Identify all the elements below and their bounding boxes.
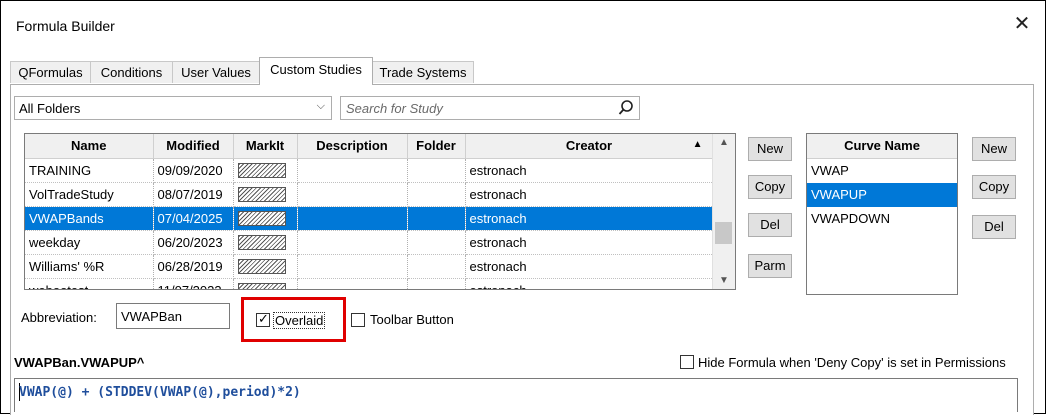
- formula-title: VWAPBan.VWAPUP^: [14, 355, 145, 370]
- toolbar-button-label[interactable]: Toolbar Button: [370, 312, 454, 327]
- cell-name: VolTradeStudy: [25, 182, 154, 207]
- table-header-row: Name Modified MarkIt Description Folder …: [25, 134, 714, 159]
- cell-description: [297, 230, 408, 255]
- curve-item-vwap[interactable]: VWAP: [807, 159, 957, 183]
- cell-description: [297, 206, 408, 231]
- scroll-down-icon[interactable]: ▼: [719, 275, 729, 286]
- sort-ascending-icon: ▲: [692, 139, 703, 150]
- curve-new-button[interactable]: New: [972, 137, 1016, 161]
- scrollbar-thumb[interactable]: [715, 222, 732, 244]
- markit-pattern-icon: [237, 187, 286, 203]
- cell-markit: [233, 206, 298, 231]
- cell-modified: 06/20/2023: [153, 230, 234, 255]
- cell-name: weekday: [25, 230, 154, 255]
- study-delete-button[interactable]: Del: [748, 213, 792, 237]
- cell-name: TRAINING: [25, 158, 154, 183]
- markit-pattern-icon: [237, 211, 286, 227]
- cell-folder: [407, 278, 466, 289]
- column-header-description[interactable]: Description: [297, 134, 408, 159]
- study-new-button[interactable]: New: [748, 137, 792, 161]
- cell-folder: [407, 254, 466, 279]
- cell-modified: 09/09/2020: [153, 158, 234, 183]
- markit-pattern-icon: [237, 283, 286, 289]
- column-header-creator[interactable]: Creator ▲: [465, 134, 714, 159]
- cell-modified: 07/04/2025: [153, 206, 234, 231]
- cell-description: [297, 278, 408, 289]
- search-placeholder: Search for Study: [346, 101, 443, 116]
- studies-table[interactable]: Name Modified MarkIt Description Folder …: [24, 133, 736, 290]
- cell-description: [297, 158, 408, 183]
- cell-modified: 08/07/2019: [153, 182, 234, 207]
- hide-formula-label[interactable]: Hide Formula when 'Deny Copy' is set in …: [698, 355, 1006, 370]
- highlight-box: [241, 297, 346, 342]
- cell-creator: estronach: [465, 230, 714, 255]
- markit-pattern-icon: [237, 235, 286, 251]
- cell-description: [297, 254, 408, 279]
- chevron-down-icon: ⌵: [316, 100, 325, 112]
- studies-scrollbar[interactable]: ▲ ▼: [712, 134, 735, 289]
- cell-folder: [407, 182, 466, 207]
- window-title: Formula Builder: [16, 18, 115, 34]
- curve-delete-button[interactable]: Del: [972, 215, 1016, 239]
- cell-name: webootest: [25, 278, 154, 289]
- formula-code: VWAP(@) + (STDDEV(VWAP(@),period)*2): [19, 385, 301, 400]
- cell-modified: 11/07/2023: [153, 278, 234, 289]
- cell-modified: 06/28/2019: [153, 254, 234, 279]
- column-header-name[interactable]: Name: [25, 134, 154, 159]
- cell-folder: [407, 206, 466, 231]
- study-search-input[interactable]: Search for Study: [340, 96, 640, 120]
- cell-creator: estronach: [465, 278, 714, 289]
- curve-list[interactable]: Curve Name VWAP VWAPUP VWAPDOWN: [806, 133, 958, 295]
- column-header-markit[interactable]: MarkIt: [233, 134, 298, 159]
- cell-creator: estronach: [465, 158, 714, 183]
- cell-markit: [233, 278, 298, 289]
- curve-item-vwapup[interactable]: VWAPUP: [807, 183, 957, 207]
- cell-creator: estronach: [465, 182, 714, 207]
- cell-description: [297, 182, 408, 207]
- tab-custom-studies[interactable]: Custom Studies: [259, 57, 373, 85]
- hide-formula-checkbox[interactable]: [680, 355, 694, 369]
- markit-pattern-icon: [237, 259, 286, 275]
- folder-dropdown[interactable]: All Folders ⌵: [14, 96, 332, 120]
- curve-item-vwapdown[interactable]: VWAPDOWN: [807, 207, 957, 231]
- column-header-modified[interactable]: Modified: [153, 134, 234, 159]
- search-icon[interactable]: [618, 99, 634, 120]
- table-row[interactable]: Williams' %R 06/28/2019 estronach: [25, 254, 714, 279]
- study-copy-button[interactable]: Copy: [748, 175, 792, 199]
- formula-editor[interactable]: VWAP(@) + (STDDEV(VWAP(@),period)*2): [14, 378, 1018, 412]
- cell-folder: [407, 158, 466, 183]
- cell-creator: estronach: [465, 254, 714, 279]
- cell-name: VWAPBands: [25, 206, 154, 231]
- cell-markit: [233, 182, 298, 207]
- tab-conditions[interactable]: Conditions: [90, 61, 173, 83]
- markit-pattern-icon: [237, 163, 286, 179]
- creator-header-label: Creator: [565, 138, 613, 154]
- cell-creator: estronach: [465, 206, 714, 231]
- tab-user-values[interactable]: User Values: [172, 61, 260, 83]
- table-row-selected[interactable]: VWAPBands 07/04/2025 estronach: [25, 206, 714, 231]
- scroll-up-icon[interactable]: ▲: [719, 137, 729, 148]
- cell-markit: [233, 254, 298, 279]
- abbreviation-label: Abbreviation:: [21, 310, 97, 325]
- cell-name: Williams' %R: [25, 254, 154, 279]
- table-row[interactable]: weekday 06/20/2023 estronach: [25, 230, 714, 255]
- table-row[interactable]: webootest 11/07/2023 estronach: [25, 278, 714, 289]
- curve-copy-button[interactable]: Copy: [972, 175, 1016, 199]
- abbreviation-field[interactable]: [116, 303, 230, 329]
- table-row[interactable]: VolTradeStudy 08/07/2019 estronach: [25, 182, 714, 207]
- toolbar-button-checkbox[interactable]: [351, 313, 365, 327]
- tab-qformulas[interactable]: QFormulas: [10, 61, 91, 83]
- title-bar: Formula Builder ✕: [1, 1, 1045, 47]
- folder-dropdown-value: All Folders: [19, 101, 81, 116]
- close-icon[interactable]: ✕: [1007, 12, 1037, 36]
- curve-list-header: Curve Name: [807, 134, 957, 159]
- table-row[interactable]: TRAINING 09/09/2020 estronach: [25, 158, 714, 183]
- cell-markit: [233, 158, 298, 183]
- cell-folder: [407, 230, 466, 255]
- cell-markit: [233, 230, 298, 255]
- column-header-folder[interactable]: Folder: [407, 134, 466, 159]
- study-parameters-button[interactable]: Parm: [748, 254, 792, 278]
- tab-trade-systems[interactable]: Trade Systems: [372, 61, 474, 83]
- tab-strip: QFormulas Conditions User Values Custom …: [10, 55, 1030, 85]
